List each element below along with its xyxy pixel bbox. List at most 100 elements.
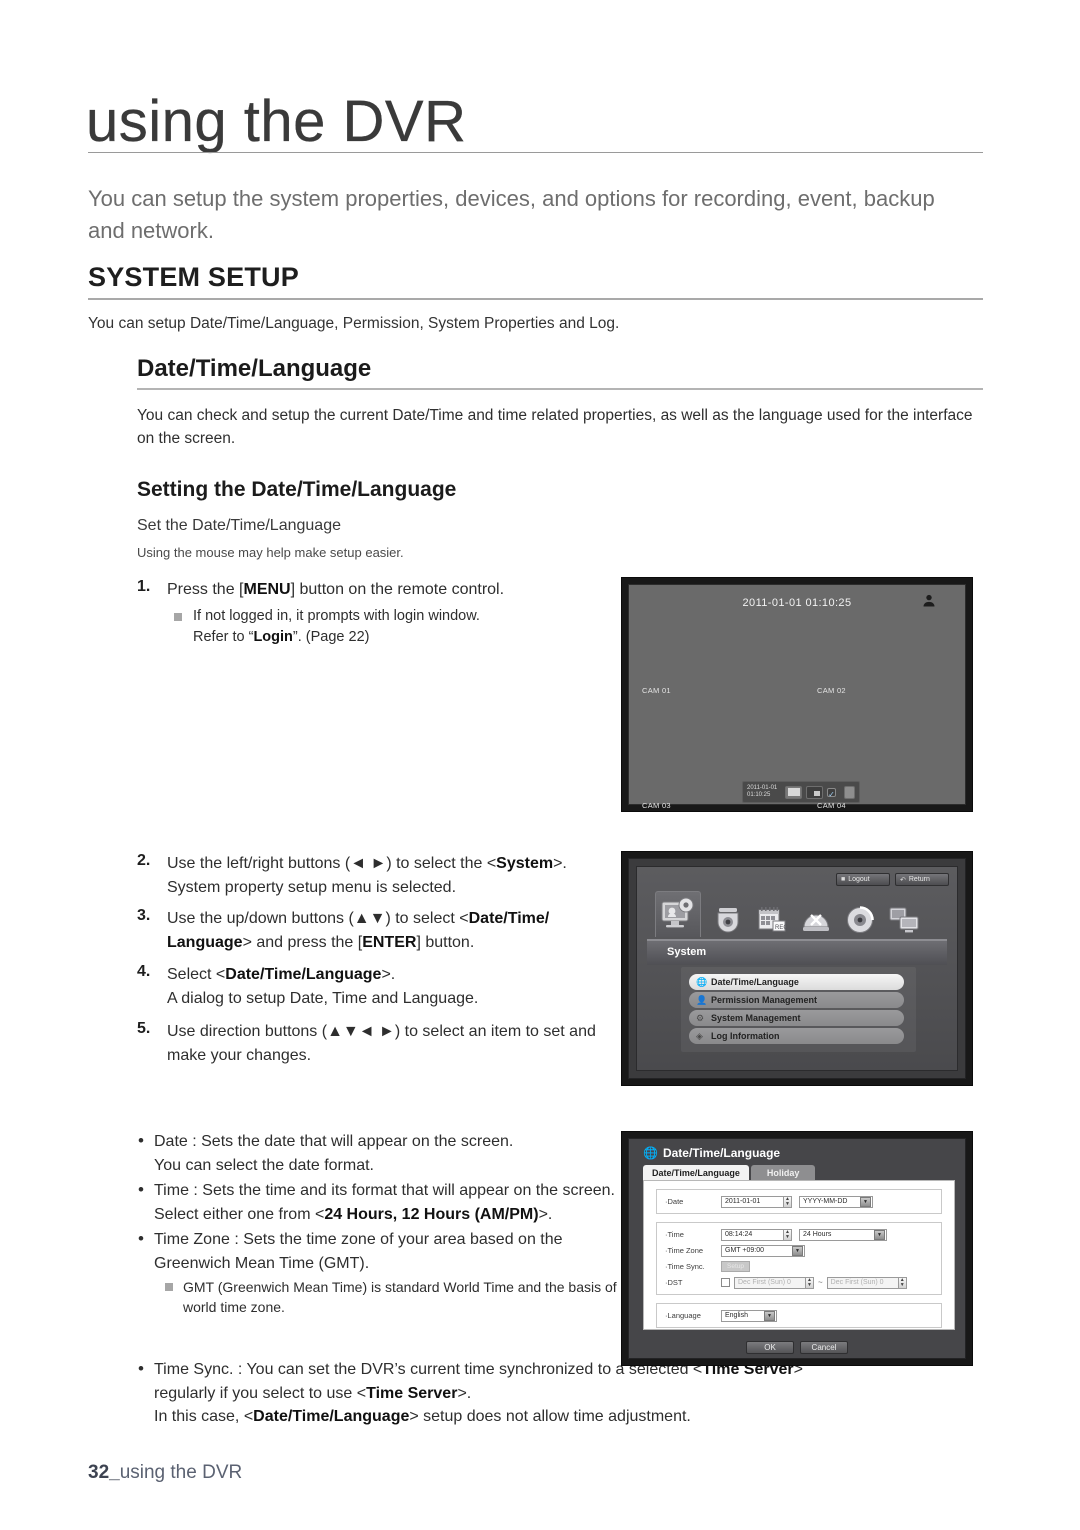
square-icon[interactable] bbox=[844, 785, 855, 799]
subsection-heading: Date/Time/Language bbox=[137, 355, 372, 382]
step-1: 1. Press the [MENU] button on the remote… bbox=[137, 578, 607, 648]
menu-item-system-management[interactable]: ⚙ System Management bbox=[689, 1010, 904, 1026]
step-text: Use direction buttons (▲▼◄ ►) to select … bbox=[167, 1023, 596, 1064]
step-number: 1. bbox=[137, 578, 151, 595]
chevron-down-icon: ▼ bbox=[764, 1310, 775, 1321]
globe-icon: 🌐 bbox=[643, 1146, 658, 1160]
step-5: 5. Use direction buttons (▲▼◄ ►) to sele… bbox=[137, 1020, 607, 1067]
dst-range-separator: ~ bbox=[818, 1278, 823, 1287]
menu-section-title: System bbox=[667, 946, 707, 958]
time-format-select[interactable]: 24 Hours ▼ bbox=[799, 1228, 887, 1241]
dialog-title-label: Date/Time/Language bbox=[662, 1146, 781, 1160]
backup-icon[interactable] bbox=[843, 903, 877, 937]
quad-split-icon[interactable] bbox=[785, 785, 802, 799]
dialog-footer: OK Cancel bbox=[629, 1341, 965, 1354]
menu-item-list: 🌐 Date/Time/Language 👤 Permission Manage… bbox=[689, 974, 904, 1046]
network-icon[interactable] bbox=[887, 903, 921, 937]
tab-holiday[interactable]: Holiday bbox=[750, 1165, 816, 1180]
system-icon[interactable] bbox=[655, 891, 701, 937]
pip-icon[interactable] bbox=[806, 785, 823, 799]
dvr-menu-panel: ■ Logout ↶ Return REC System 🌐 Date/Time… bbox=[636, 866, 958, 1071]
datetime-dialog: 🌐 Date/Time/Language Date/Time/Language … bbox=[628, 1138, 966, 1359]
bullet-timesync-block: Time Sync. : You can set the DVR’s curre… bbox=[137, 1357, 857, 1431]
language-value: English bbox=[725, 1312, 748, 1319]
dst-label: DST bbox=[665, 1278, 721, 1287]
bullet-time: Time : Sets the time and its format that… bbox=[137, 1178, 637, 1226]
ok-button[interactable]: OK bbox=[746, 1341, 794, 1354]
menu-item-permission-management[interactable]: 👤 Permission Management bbox=[689, 992, 904, 1008]
bullet-date: Date : Sets the date that will appear on… bbox=[137, 1129, 637, 1177]
camera-icon[interactable] bbox=[711, 903, 745, 937]
event-icon[interactable] bbox=[799, 903, 833, 937]
section-divider bbox=[88, 298, 983, 300]
step-4: 4. Select <Date/Time/Language>. A dialog … bbox=[137, 963, 597, 1010]
timezone-select[interactable]: GMT +09:00 ▼ bbox=[721, 1244, 805, 1257]
page-footer: 32_using the DVR bbox=[88, 1462, 242, 1484]
date-label: Date bbox=[665, 1197, 721, 1206]
language-select[interactable]: English ▼ bbox=[721, 1309, 777, 1322]
date-format-value: YYYY-MM-DD bbox=[803, 1198, 848, 1205]
dst-checkbox[interactable] bbox=[721, 1278, 730, 1287]
camera-label: CAM 01 bbox=[642, 686, 671, 695]
toolbar-datetime: 2011-01-01 01:10:25 bbox=[747, 785, 781, 800]
cancel-button[interactable]: Cancel bbox=[800, 1341, 848, 1354]
power-icon: ■ bbox=[841, 876, 846, 883]
dialog-title: 🌐 Date/Time/Language bbox=[643, 1146, 780, 1160]
menu-top-buttons: ■ Logout ↶ Return bbox=[836, 873, 949, 886]
section-heading: SYSTEM SETUP bbox=[88, 262, 299, 292]
menu-item-label: System Management bbox=[711, 1013, 801, 1023]
tab-date-time-language[interactable]: Date/Time/Language bbox=[643, 1165, 749, 1180]
timesync-setup-button[interactable]: Setup bbox=[721, 1261, 750, 1272]
step-note: If not logged in, it prompts with login … bbox=[167, 606, 607, 648]
camera-label: CAM 03 bbox=[642, 801, 671, 810]
step-3: 3. Use the up/down buttons (▲▼) to selec… bbox=[137, 907, 597, 954]
time-row: Time 08:14:24 ▲▼ 24 Hours ▼ bbox=[665, 1228, 933, 1241]
record-icon[interactable]: REC bbox=[755, 903, 789, 937]
menu-item-date-time-language[interactable]: 🌐 Date/Time/Language bbox=[689, 974, 904, 990]
option-bullets: Date : Sets the date that will appear on… bbox=[137, 1129, 637, 1323]
date-group: Date 2011-01-01 ▲▼ YYYY-MM-DD ▼ bbox=[656, 1189, 942, 1214]
svg-text:REC: REC bbox=[775, 925, 788, 931]
timezone-label: Time Zone bbox=[665, 1246, 721, 1255]
dst-from-stepper[interactable]: ▲ ▼ bbox=[805, 1276, 814, 1289]
return-button[interactable]: ↶ Return bbox=[895, 873, 949, 886]
subsection-description: You can check and setup the current Date… bbox=[137, 407, 973, 447]
timesync-row: Time Sync. Setup bbox=[665, 1260, 933, 1273]
globe-icon: 🌐 bbox=[696, 976, 708, 987]
language-group: Language English ▼ bbox=[656, 1303, 942, 1328]
date-input[interactable]: 2011-01-01 bbox=[721, 1195, 784, 1208]
return-label: Return bbox=[908, 876, 930, 883]
date-format-select[interactable]: YYYY-MM-DD ▼ bbox=[799, 1195, 873, 1208]
dialog-tabs: Date/Time/Language Holiday bbox=[643, 1165, 816, 1180]
person-icon: 👤 bbox=[696, 994, 708, 1005]
page-number: 32_ bbox=[88, 1462, 120, 1483]
dst-to-stepper[interactable]: ▲ ▼ bbox=[897, 1276, 907, 1289]
step-text: Select <Date/Time/Language>. A dialog to … bbox=[167, 966, 479, 1007]
intro-paragraph: You can setup the system properties, dev… bbox=[88, 186, 935, 243]
toolbar-date: 2011-01-01 bbox=[747, 784, 778, 791]
step-number: 2. bbox=[137, 852, 151, 869]
procedure-heading: Setting the Date/Time/Language bbox=[137, 478, 457, 501]
date-stepper[interactable]: ▲ ▼ bbox=[783, 1195, 792, 1208]
dst-from-input[interactable]: Dec First (Sun) 0 bbox=[734, 1276, 806, 1289]
page-title: using the DVR bbox=[86, 89, 467, 154]
time-group: Time 08:14:24 ▲▼ 24 Hours ▼ Time Zone GM… bbox=[656, 1222, 942, 1295]
time-stepper[interactable]: ▲ ▼ bbox=[783, 1228, 792, 1241]
step-number: 4. bbox=[137, 963, 151, 980]
logout-button[interactable]: ■ Logout bbox=[836, 873, 890, 886]
check-icon[interactable]: ✓ bbox=[827, 787, 836, 799]
logout-label: Logout bbox=[848, 876, 870, 883]
screenshot-live-view: 2011-01-01 01:10:25 CAM 01 CAM 02 CAM 03… bbox=[622, 578, 972, 811]
return-arrow-icon: ↶ bbox=[900, 876, 906, 884]
subsection-divider bbox=[137, 388, 983, 390]
screenshot-datetime-dialog: 🌐 Date/Time/Language Date/Time/Language … bbox=[622, 1132, 972, 1365]
live-toolbar[interactable]: 2011-01-01 01:10:25 ✓ bbox=[742, 781, 860, 803]
time-input[interactable]: 08:14:24 bbox=[721, 1228, 784, 1241]
step-text: Use the up/down buttons (▲▼) to select <… bbox=[167, 910, 550, 951]
menu-item-log-information[interactable]: ◈ Log Information bbox=[689, 1028, 904, 1044]
menu-tab-icons: REC bbox=[655, 891, 921, 937]
live-datetime: 2011-01-01 01:10:25 bbox=[742, 597, 852, 609]
chevron-down-icon: ▼ bbox=[792, 1245, 803, 1256]
dst-to-input[interactable]: Dec First (Sun) 0 bbox=[826, 1276, 899, 1289]
time-format-value: 24 Hours bbox=[803, 1231, 832, 1238]
